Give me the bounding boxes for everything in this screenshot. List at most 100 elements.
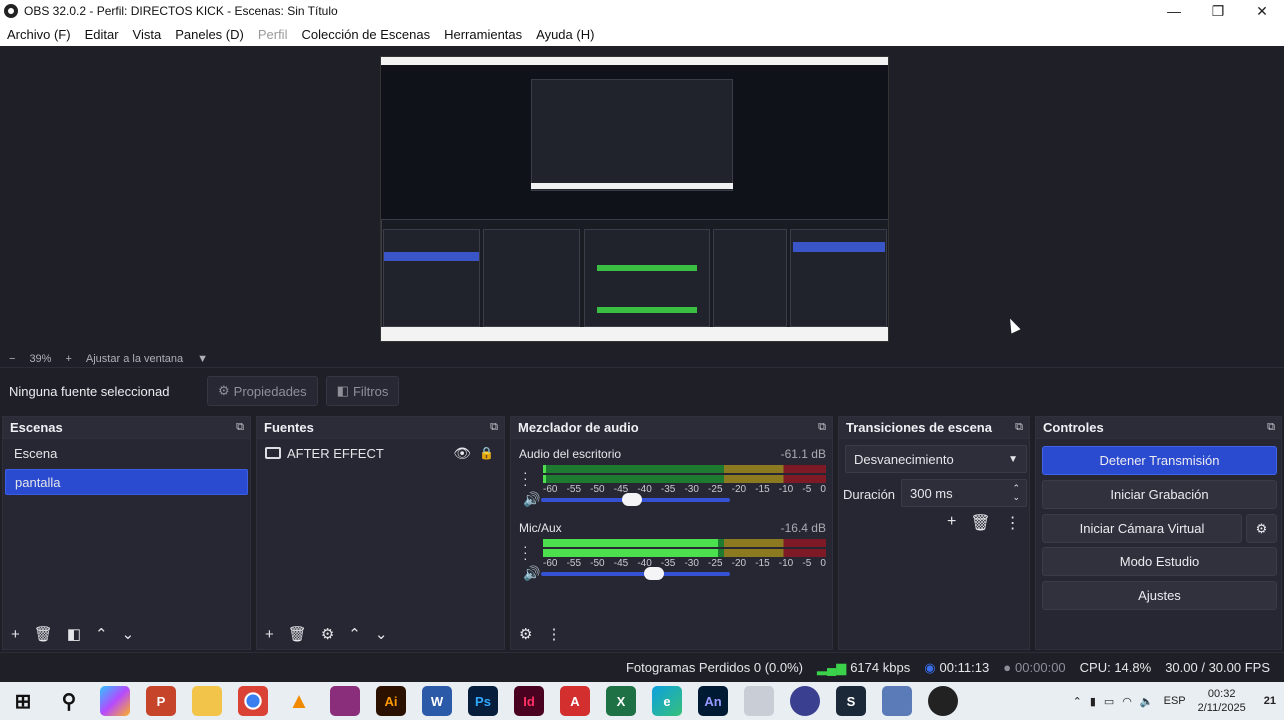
zoom-in-button[interactable]: +: [65, 353, 71, 365]
transition-select[interactable]: Desvanecimiento ▼: [845, 445, 1027, 473]
app-icon[interactable]: [744, 686, 774, 716]
file-explorer-icon[interactable]: [192, 686, 222, 716]
stop-stream-button[interactable]: Detener Transmisión: [1042, 446, 1277, 475]
volume-icon[interactable]: 🔈: [1140, 695, 1154, 708]
menu-ayuda[interactable]: Ayuda (H): [536, 27, 594, 42]
scene-item-pantalla[interactable]: pantalla: [5, 469, 248, 495]
kebab-menu-icon[interactable]: ⋮: [1005, 513, 1021, 533]
obs-taskbar-icon[interactable]: [928, 686, 958, 716]
trash-icon[interactable]: 🗑: [34, 625, 53, 643]
search-icon[interactable]: ⚲: [54, 686, 84, 716]
zoom-dropdown-icon[interactable]: ▼: [197, 353, 208, 365]
usb-icon[interactable]: ▮: [1090, 695, 1096, 708]
move-up-icon[interactable]: ⌃: [95, 625, 108, 643]
steam-icon[interactable]: S: [836, 686, 866, 716]
browser-icon[interactable]: [790, 686, 820, 716]
excel-icon[interactable]: X: [606, 686, 636, 716]
menu-archivo[interactable]: Archivo (F): [7, 27, 71, 42]
volume-knob[interactable]: [621, 493, 642, 506]
move-down-icon[interactable]: ⌄: [122, 625, 135, 643]
word-icon[interactable]: W: [422, 686, 452, 716]
meter-tick: -60: [543, 558, 558, 569]
eye-icon[interactable]: 👁: [453, 445, 471, 462]
volume-knob[interactable]: [644, 567, 665, 580]
vlc-icon[interactable]: ▲: [284, 686, 314, 716]
float-icon[interactable]: ⧉: [490, 421, 498, 434]
filter-icon: ◧: [336, 383, 349, 398]
level-meter: [543, 475, 826, 483]
menu-vista[interactable]: Vista: [133, 27, 162, 42]
windows-start-icon[interactable]: ⊞: [8, 686, 38, 716]
trash-icon[interactable]: 🗑: [288, 625, 307, 643]
minimize-button[interactable]: —: [1152, 0, 1196, 22]
float-icon[interactable]: ⧉: [818, 421, 826, 434]
volume-slider[interactable]: [541, 567, 730, 580]
add-scene-icon[interactable]: +: [11, 626, 20, 643]
fit-to-window-button[interactable]: Ajustar a la ventana: [86, 353, 183, 365]
kebab-menu-icon[interactable]: · · ·: [523, 465, 528, 491]
float-icon[interactable]: ⧉: [1015, 421, 1023, 434]
animate-icon[interactable]: An: [698, 686, 728, 716]
winrar-icon[interactable]: [330, 686, 360, 716]
stepper-arrows-icon[interactable]: ⌃ ⌄: [1012, 484, 1020, 502]
edge-icon[interactable]: e: [652, 686, 682, 716]
filters-button[interactable]: ◧ Filtros: [325, 376, 400, 406]
trash-icon[interactable]: 🗑: [970, 513, 990, 533]
move-up-icon[interactable]: ⌃: [348, 625, 361, 643]
float-icon[interactable]: ⧉: [236, 421, 244, 434]
photoshop-icon[interactable]: Ps: [468, 686, 498, 716]
tray-chevron-icon[interactable]: ⌃: [1073, 695, 1082, 708]
volume-slider[interactable]: [541, 493, 730, 506]
meter-tick: -35: [660, 558, 676, 569]
transition-actions: + 🗑 ⋮: [947, 513, 1021, 533]
restore-button[interactable]: ❐: [1196, 0, 1240, 22]
zoom-out-button[interactable]: −: [9, 353, 15, 365]
monitor-icon: [265, 447, 281, 459]
kebab-menu-icon[interactable]: ⋮: [546, 625, 561, 643]
studio-mode-button[interactable]: Modo Estudio: [1042, 547, 1277, 576]
acrobat-icon[interactable]: A: [560, 686, 590, 716]
menu-coleccion-escenas[interactable]: Colección de Escenas: [301, 27, 430, 42]
menu-editar[interactable]: Editar: [85, 27, 119, 42]
move-down-icon[interactable]: ⌄: [375, 625, 388, 643]
battery-icon[interactable]: ▭: [1104, 695, 1114, 708]
close-button[interactable]: ✕: [1240, 0, 1284, 22]
float-icon[interactable]: ⧉: [1267, 421, 1275, 434]
filters-icon[interactable]: ◧: [67, 625, 81, 643]
menu-herramientas[interactable]: Herramientas: [444, 27, 522, 42]
notifications-badge[interactable]: 21: [1264, 695, 1276, 707]
app-window-icon[interactable]: [882, 686, 912, 716]
source-item[interactable]: AFTER EFFECT 👁 🔒: [257, 439, 504, 467]
meter-tick: -50: [590, 558, 605, 569]
wifi-icon[interactable]: ◠: [1122, 695, 1132, 708]
start-record-button[interactable]: Iniciar Grabación: [1042, 480, 1277, 509]
gear-icon: ⚙: [1255, 520, 1268, 536]
menu-perfil[interactable]: Perfil: [258, 27, 288, 42]
menu-paneles[interactable]: Paneles (D): [175, 27, 244, 42]
copilot-icon[interactable]: [100, 686, 130, 716]
duration-stepper[interactable]: 300 ms ⌃ ⌄: [901, 479, 1027, 507]
powerpoint-icon[interactable]: P: [146, 686, 176, 716]
advanced-audio-icon[interactable]: ⚙: [519, 625, 532, 643]
clock[interactable]: 00:32 2/11/2025: [1198, 687, 1246, 715]
lock-icon[interactable]: 🔒: [479, 446, 494, 460]
properties-button[interactable]: ⚙ Propiedades: [207, 376, 318, 406]
speaker-icon[interactable]: 🔊: [523, 565, 540, 582]
add-transition-icon[interactable]: +: [947, 513, 956, 533]
meter-tick: -30: [684, 558, 699, 569]
indesign-icon[interactable]: Id: [514, 686, 544, 716]
illustrator-icon[interactable]: Ai: [376, 686, 406, 716]
preview-area[interactable]: [0, 46, 1284, 350]
virtual-camera-settings-button[interactable]: ⚙: [1246, 514, 1277, 543]
virtual-camera-button[interactable]: Iniciar Cámara Virtual: [1042, 514, 1242, 543]
kebab-menu-icon[interactable]: · · ·: [523, 539, 528, 565]
chevron-down-icon: ▼: [1008, 453, 1018, 465]
gear-icon[interactable]: ⚙: [321, 625, 334, 643]
language-indicator[interactable]: ESP: [1164, 695, 1186, 707]
source-name: AFTER EFFECT: [287, 445, 384, 461]
chrome-icon[interactable]: [238, 686, 268, 716]
speaker-icon[interactable]: 🔊: [523, 491, 540, 508]
add-source-icon[interactable]: +: [265, 626, 274, 643]
scene-item-escena[interactable]: Escena: [5, 441, 248, 467]
settings-button[interactable]: Ajustes: [1042, 581, 1277, 610]
